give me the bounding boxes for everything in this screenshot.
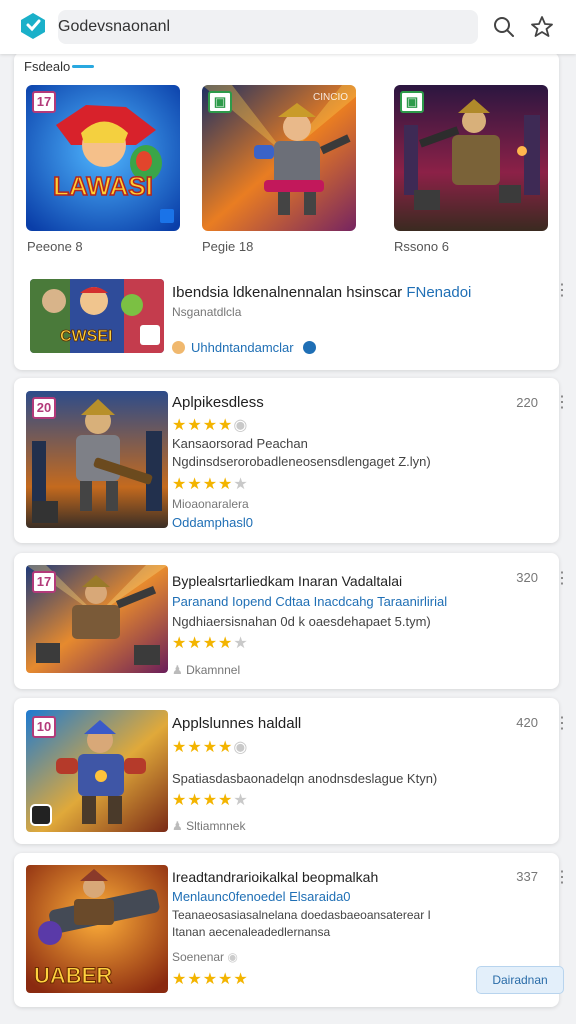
- featured-badge-1: 17: [32, 91, 56, 113]
- verified-icon: [303, 341, 317, 354]
- list-number-2: 320: [516, 570, 538, 585]
- list-number-1: 220: [516, 395, 538, 410]
- list-link-4[interactable]: Menlaunc0fenoedel Elsaraida0: [172, 889, 351, 904]
- list-line-1a: Kansaorsorad Peachan: [172, 436, 308, 451]
- featured-label-3: Rssono 6: [394, 239, 449, 254]
- list-more-icon-3[interactable]: ⋮: [554, 716, 570, 732]
- promo-link-label: Uhhdntandamclar: [191, 340, 294, 355]
- list-link-2b: Taraanirlirial: [377, 594, 448, 609]
- promo-title[interactable]: Ibendsia ldkenalnennalan hsinscar FNenad…: [172, 284, 471, 301]
- featured-label-2: Pegie 18: [202, 239, 254, 254]
- promo-title-main: Ibendsia ldkenalnennalan hsinscar: [172, 284, 403, 301]
- list-link-4a: Menlaunc0fenoedel: [172, 889, 286, 904]
- list-title-2: Byplealsrtarliedkam Inaran Vadaltalai: [172, 573, 403, 589]
- rating-stars-3b: ★★★★★: [172, 792, 249, 809]
- list-thumbnail-2[interactable]: 17: [26, 565, 168, 673]
- user-icon: ♟: [172, 819, 187, 833]
- list-more-icon-2[interactable]: ⋮: [554, 571, 570, 587]
- featured-item-1[interactable]: LAWASI 17: [26, 85, 180, 231]
- list-meta-3: ♟ Sltiamnnek: [172, 819, 245, 833]
- app-logo-icon[interactable]: [18, 11, 48, 41]
- rating-stars-1b: ★★★★★: [172, 476, 249, 493]
- list-line-4a: Teanaeosasiasalnelana doedasbaeoansatere…: [172, 908, 431, 922]
- rating-stars-2: ★★★★★: [172, 635, 249, 652]
- download-button[interactable]: Dairadnan: [476, 966, 564, 994]
- list-number-4: 337: [516, 869, 538, 884]
- list-title-4: Ireadtandrarioikalkal beopmalkah: [172, 869, 379, 885]
- list-meta-3-label: Sltiamnnek: [186, 819, 246, 833]
- list-link-2[interactable]: Paranand Iopend Cdtaa Inacdcahg Taraanir…: [172, 594, 447, 609]
- user-icon: ♟: [172, 663, 187, 677]
- featured-item-2[interactable]: ▣ CINCIO: [202, 85, 356, 231]
- rating-stars-3: ★★★★◉: [172, 739, 249, 756]
- list-line-4c-label: Soenenar: [172, 950, 225, 964]
- promo-art-text: CWSEI: [60, 328, 112, 345]
- featured-tag-2: CINCIO: [313, 92, 348, 103]
- section-title: Fsdealo: [24, 59, 71, 74]
- featured-badge-3: ▣: [400, 91, 424, 113]
- list-line-3a: Spatiasdasbaonadelqn anodnsdeslague Ktyn…: [172, 771, 438, 786]
- featured-item-3[interactable]: ▣: [394, 85, 548, 231]
- list-link-1[interactable]: Oddamphasl0: [172, 515, 253, 530]
- featured-badge-2: ▣: [208, 91, 232, 113]
- list-badge-2: 17: [32, 571, 56, 593]
- search-input-value: Godevsnaonanl: [58, 18, 171, 35]
- list-thumbnail-4[interactable]: UABER: [26, 865, 168, 993]
- rating-stars-1: ★★★★◉: [172, 417, 249, 434]
- list-title-1: Aplpikesdless: [172, 394, 264, 411]
- list-line-1c: Mioaonaralera: [172, 497, 249, 511]
- info-icon: ◉: [227, 950, 238, 964]
- section-underline: [72, 65, 94, 68]
- promo-art: CWSEI: [30, 279, 164, 353]
- list-meta-2: ♟ Dkamnnel: [172, 663, 240, 677]
- list-badge-3: 10: [32, 716, 56, 738]
- search-icon[interactable]: [491, 14, 517, 40]
- list-line-4c: Soenenar ◉: [172, 950, 238, 964]
- promo-title-tag: FNenadoi: [406, 284, 472, 301]
- list-line-2a: Ngdhiaersisnahan 0d k oaesdehapaet 5.tym…: [172, 614, 431, 629]
- star-icon[interactable]: [529, 14, 555, 40]
- promo-more-icon[interactable]: ⋮: [554, 283, 570, 299]
- list-more-icon-1[interactable]: ⋮: [554, 395, 570, 411]
- search-input[interactable]: Godevsnaonanl: [58, 10, 478, 44]
- list-number-3: 420: [516, 715, 538, 730]
- list-badge-1: 20: [32, 397, 56, 419]
- list-art-4-text: UABER: [34, 963, 112, 988]
- list-more-icon-4[interactable]: ⋮: [554, 870, 570, 886]
- list-line-1b: Ngdinsdserorobadleneosensdlengaget Z.lyn…: [172, 454, 431, 469]
- list-link-2a: Paranand Iopend Cdtaa Inacdcahg: [172, 594, 374, 609]
- list-title-3: Applslunnes haldall: [172, 715, 302, 732]
- top-bar: Godevsnaonanl: [0, 0, 576, 54]
- list-link-4b: Elsaraida0: [289, 889, 351, 904]
- list-thumbnail-1[interactable]: 20: [26, 391, 168, 528]
- promo-link[interactable]: Uhhdntandamclar: [172, 340, 322, 355]
- list-art-4: UABER: [26, 865, 168, 993]
- app-icon: [30, 804, 52, 826]
- promo-thumbnail[interactable]: CWSEI: [30, 279, 164, 353]
- featured-art-1-text: LAWASI: [53, 171, 153, 201]
- user-icon: [172, 341, 185, 354]
- promo-subtitle: Nsganatdlcla: [172, 305, 242, 319]
- rating-stars-4: ★★★★★: [172, 971, 249, 988]
- featured-label-1: Peeone 8: [27, 239, 83, 254]
- list-thumbnail-3[interactable]: 10: [26, 710, 168, 832]
- list-line-4b: Itanan aecenaleadedlernansa: [172, 925, 331, 939]
- list-meta-2-label: Dkamnnel: [186, 663, 241, 677]
